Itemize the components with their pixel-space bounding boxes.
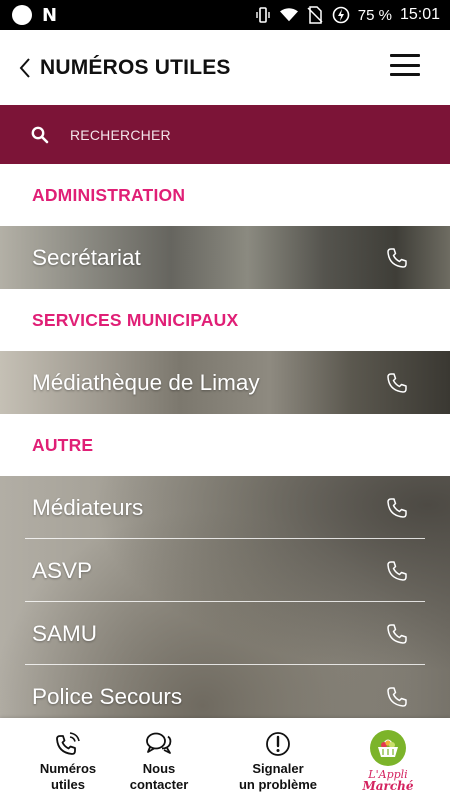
list-item[interactable]: ASVP [0, 539, 450, 602]
nav-label: Numéros utiles [39, 761, 97, 792]
lappli-marche-logo[interactable]: L'Appli Marché [334, 718, 442, 800]
nav-nous-contacter[interactable]: Nous contacter [104, 718, 214, 800]
phone-ringing-icon [54, 730, 82, 758]
list-item[interactable]: Police Secours [0, 665, 450, 718]
nav-label: Nous contacter [129, 761, 189, 792]
phone-icon[interactable] [386, 247, 408, 269]
list-item-label: Secrétariat [32, 244, 141, 270]
nav-signaler-probleme[interactable]: Signaler un problème [218, 718, 338, 800]
bottom-navigation: Numéros utiles Nous contacter Signaler u… [0, 718, 450, 800]
chat-bubbles-icon [145, 730, 173, 758]
section-services-list: Médiathèque de Limay [0, 351, 450, 414]
search-label: RECHERCHER [70, 126, 171, 143]
list-item-label: Médiateurs [32, 494, 144, 520]
n-icon: N [42, 4, 58, 26]
section-administration-list: Secrétariat [0, 226, 450, 289]
phone-icon[interactable] [386, 497, 408, 519]
status-bar: N 75 % 15:01 [0, 0, 450, 30]
list-item-label: SAMU [32, 620, 98, 646]
wifi-icon [279, 6, 298, 24]
section-header-services-municipaux: SERVICES MUNICIPAUX [0, 289, 450, 351]
no-sim-icon [306, 6, 324, 24]
search-icon [30, 125, 50, 145]
chevron-left-icon[interactable] [10, 48, 40, 88]
exclamation-circle-icon [264, 730, 292, 758]
section-autre-list: Médiateurs ASVP SAMU Police Secours [0, 476, 450, 718]
basket-icon [370, 730, 406, 766]
search-bar[interactable]: RECHERCHER [0, 105, 450, 164]
list-item[interactable]: Médiathèque de Limay [0, 351, 450, 414]
list-item-label: Police Secours [32, 683, 183, 709]
vibrate-icon [254, 6, 272, 24]
app-header: NUMÉROS UTILES [0, 30, 450, 105]
section-header-administration: ADMINISTRATION [0, 164, 450, 226]
list-item[interactable]: SAMU [0, 602, 450, 665]
list-item-label: Médiathèque de Limay [32, 369, 260, 395]
list-item[interactable]: Secrétariat [0, 226, 450, 289]
hamburger-icon[interactable] [390, 54, 420, 76]
phone-icon[interactable] [386, 686, 408, 708]
page-title: NUMÉROS UTILES [40, 55, 231, 79]
battery-saver-icon [332, 6, 350, 24]
circle-icon [12, 5, 32, 25]
clock: 15:01 [399, 6, 440, 23]
phone-icon[interactable] [386, 623, 408, 645]
phone-icon[interactable] [386, 372, 408, 394]
list-item[interactable]: Médiateurs [0, 476, 450, 539]
phone-icon[interactable] [386, 560, 408, 582]
logo-line2: Marché [362, 779, 414, 793]
list-item-label: ASVP [32, 557, 93, 583]
section-header-autre: AUTRE [0, 414, 450, 476]
nav-label: Signaler un problème [238, 761, 317, 792]
battery-percent: 75 % [357, 6, 392, 24]
